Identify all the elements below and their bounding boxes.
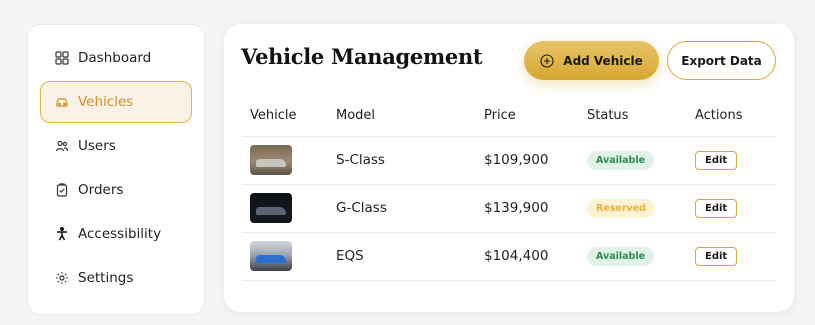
column-header-vehicle: Vehicle <box>242 96 328 137</box>
sidebar-item-label: Orders <box>78 182 124 198</box>
price-cell: $139,900 <box>476 184 579 233</box>
edit-button[interactable]: Edit <box>695 150 738 170</box>
main-panel: Vehicle Management Add Vehicle Export Da… <box>224 24 794 312</box>
table-header-row: Vehicle Model Price Status Actions <box>242 96 776 137</box>
column-header-actions: Actions <box>687 96 776 137</box>
table-row: S-Class $109,900 Available Edit <box>242 136 776 185</box>
sidebar-item-settings[interactable]: Settings <box>40 257 192 299</box>
price-cell: $109,900 <box>476 136 579 185</box>
sidebar-item-label: Dashboard <box>78 50 152 66</box>
model-cell: G-Class <box>328 184 476 233</box>
status-badge: Available <box>587 246 655 266</box>
grid-icon <box>53 49 71 67</box>
vehicle-thumbnail <box>250 145 292 175</box>
table-row: EQS $104,400 Available Edit <box>242 232 776 281</box>
vehicle-thumbnail <box>250 241 292 271</box>
sidebar-item-orders[interactable]: Orders <box>40 169 192 211</box>
accessibility-icon <box>53 225 71 243</box>
gear-icon <box>53 269 71 287</box>
status-badge: Reserved <box>587 198 655 218</box>
table-row: G-Class $139,900 Reserved Edit <box>242 184 776 233</box>
page-title: Vehicle Management <box>241 44 483 69</box>
plus-circle-icon <box>540 53 554 68</box>
clipboard-check-icon <box>53 181 71 199</box>
users-icon <box>53 137 71 155</box>
edit-button[interactable]: Edit <box>695 198 738 218</box>
sidebar-item-dashboard[interactable]: Dashboard <box>40 37 192 79</box>
status-badge: Available <box>587 150 655 170</box>
model-cell: EQS <box>328 232 476 281</box>
column-header-model: Model <box>328 96 476 137</box>
sidebar-item-label: Vehicles <box>78 94 134 110</box>
car-icon <box>53 93 71 111</box>
edit-button[interactable]: Edit <box>695 246 738 266</box>
add-vehicle-button[interactable]: Add Vehicle <box>524 41 659 80</box>
sidebar-item-label: Accessibility <box>78 226 162 242</box>
sidebar-item-accessibility[interactable]: Accessibility <box>40 213 192 255</box>
add-vehicle-label: Add Vehicle <box>563 53 643 68</box>
sidebar-item-users[interactable]: Users <box>40 125 192 167</box>
sidebar-item-label: Settings <box>78 270 134 286</box>
column-header-price: Price <box>476 96 579 137</box>
sidebar-item-vehicles[interactable]: Vehicles <box>40 81 192 123</box>
vehicle-table: Vehicle Model Price Status Actions S-Cla… <box>242 96 776 281</box>
sidebar: Dashboard Vehicles Users Orders Accessib… <box>27 24 205 315</box>
model-cell: S-Class <box>328 136 476 185</box>
export-data-button[interactable]: Export Data <box>667 41 776 80</box>
sidebar-item-label: Users <box>78 138 116 154</box>
price-cell: $104,400 <box>476 232 579 281</box>
column-header-status: Status <box>579 96 687 137</box>
vehicle-thumbnail <box>250 193 292 223</box>
